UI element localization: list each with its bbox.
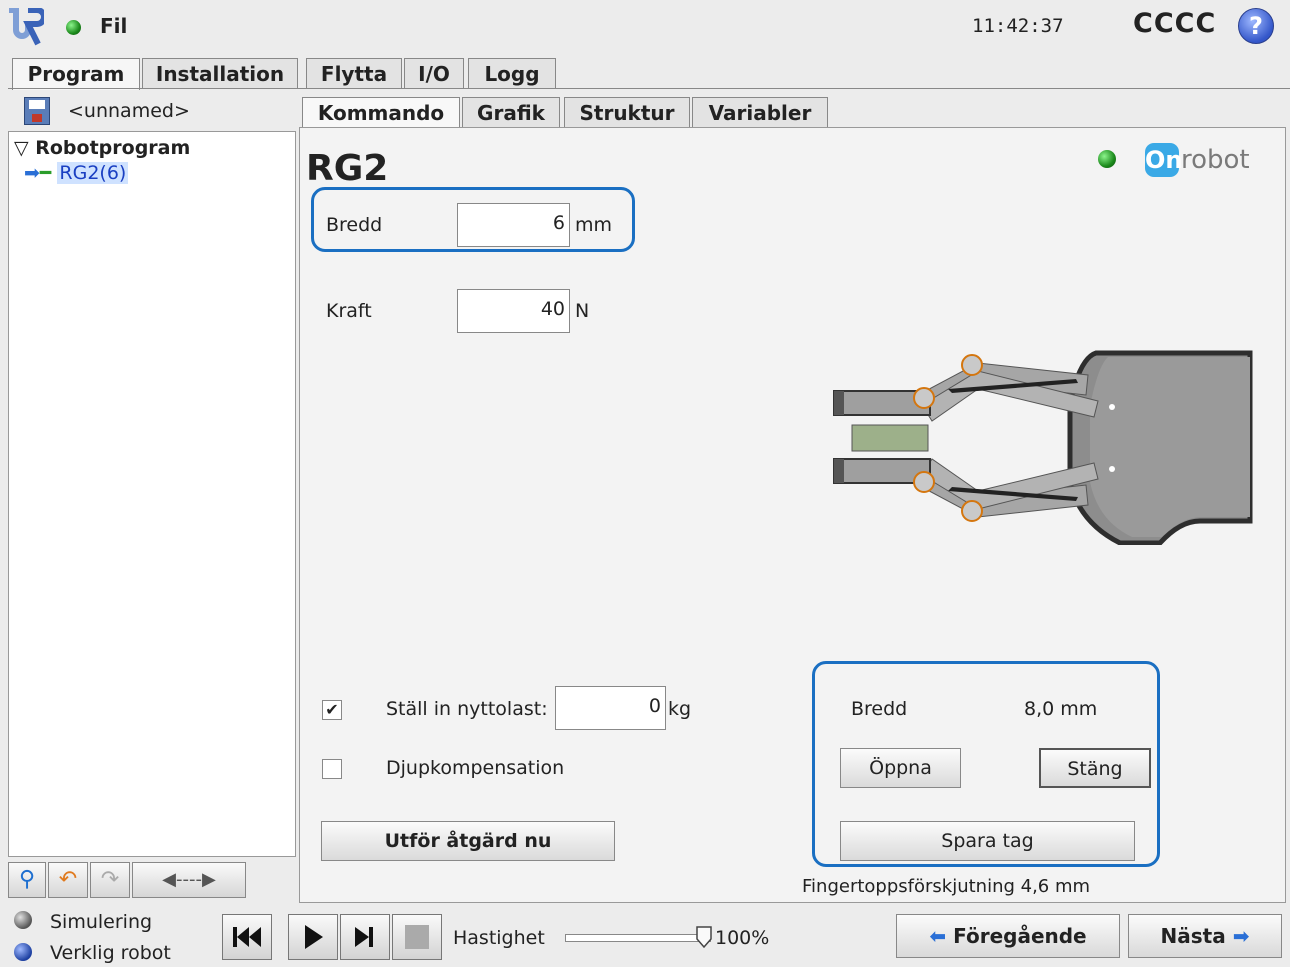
depth-compensation-checkbox[interactable] <box>322 759 342 779</box>
tab-logg[interactable]: Logg <box>468 58 556 88</box>
robot-name: CCCC <box>1133 8 1217 39</box>
program-tree[interactable] <box>8 131 296 857</box>
redo-icon[interactable]: ↷ <box>90 862 130 898</box>
top-bar <box>0 0 1290 54</box>
speed-slider-handle[interactable] <box>696 926 712 949</box>
payload-unit: kg <box>668 698 692 720</box>
play-button[interactable] <box>288 914 338 960</box>
width-input[interactable]: 6 <box>457 203 570 247</box>
save-grip-button[interactable]: Spara tag <box>840 821 1135 861</box>
undo-icon[interactable]: ↶ <box>48 862 88 898</box>
tab-divider <box>8 88 1290 89</box>
tab-installation[interactable]: Installation <box>142 58 298 88</box>
tree-node-label: RG2(6) <box>57 162 129 184</box>
save-icon[interactable] <box>24 97 50 125</box>
tree-nav-arrows-icon[interactable]: ◀----▶ <box>132 862 246 898</box>
tab-variabler[interactable]: Variabler <box>692 97 828 128</box>
rewind-icon <box>233 927 261 947</box>
gripper-status-led-icon <box>1098 150 1116 168</box>
step-forward-icon <box>355 927 373 947</box>
stop-icon <box>405 925 429 949</box>
onrobot-logo-box: On <box>1145 143 1183 177</box>
previous-button[interactable]: ⬅ Föregående <box>896 914 1120 958</box>
current-line-arrow-icon: ➡ <box>24 162 40 184</box>
status-led-icon <box>66 20 81 35</box>
play-icon <box>305 925 323 949</box>
node-dash-icon: ━ <box>39 162 52 184</box>
tab-io[interactable]: I/O <box>404 58 464 88</box>
arrow-left-icon: ⬅ <box>929 924 947 948</box>
previous-label: Föregående <box>953 924 1087 948</box>
payload-input[interactable]: 0 <box>555 686 666 730</box>
tree-node-rg2[interactable]: ➡━ RG2(6) <box>24 162 129 184</box>
force-input[interactable]: 40 <box>457 289 570 333</box>
onrobot-logo-word: robot <box>1181 145 1250 175</box>
tree-root-label: Robotprogram <box>35 137 191 159</box>
program-file-name: <unnamed> <box>68 100 190 122</box>
width-unit: mm <box>575 214 613 236</box>
expand-triangle-icon[interactable]: ▽ <box>14 137 29 159</box>
help-icon[interactable]: ? <box>1238 8 1274 44</box>
tab-program[interactable]: Program <box>12 58 140 90</box>
close-button[interactable]: Stäng <box>1039 748 1151 788</box>
tree-root[interactable]: ▽ Robotprogram <box>14 137 190 159</box>
current-width-label: Bredd <box>851 698 908 720</box>
arrow-right-icon: ➡ <box>1232 924 1250 948</box>
force-label: Kraft <box>326 300 372 322</box>
next-button[interactable]: Nästa ➡ <box>1128 914 1282 958</box>
real-robot-label: Verklig robot <box>50 942 171 964</box>
stop-button[interactable] <box>392 914 442 960</box>
force-unit: N <box>575 300 590 322</box>
execute-now-button[interactable]: Utför åtgärd nu <box>321 821 615 861</box>
tab-kommando[interactable]: Kommando <box>302 97 460 128</box>
current-width-value: 8,0 mm <box>1024 698 1098 720</box>
search-icon[interactable]: ⚲ <box>8 862 46 898</box>
depth-compensation-label: Djupkompensation <box>386 757 565 779</box>
next-label: Nästa <box>1160 924 1226 948</box>
gripper-illustration <box>833 350 1253 545</box>
width-label: Bredd <box>326 214 383 236</box>
rewind-button[interactable] <box>222 914 272 960</box>
ur-logo-icon <box>9 8 44 46</box>
fingertip-offset: Fingertoppsförskjutning 4,6 mm <box>802 876 1091 897</box>
clock: 11:42:37 <box>972 15 1064 37</box>
speed-label: Hastighet <box>453 927 545 949</box>
onrobot-logo: Onrobot <box>1145 143 1250 177</box>
tab-flytta[interactable]: Flytta <box>306 58 402 88</box>
speed-slider-track[interactable] <box>565 934 711 942</box>
real-robot-radio[interactable] <box>14 943 32 961</box>
open-button[interactable]: Öppna <box>840 748 961 788</box>
page-title: RG2 <box>306 148 389 189</box>
payload-label: Ställ in nyttolast: <box>386 698 548 720</box>
file-menu[interactable]: Fil <box>100 14 127 38</box>
tab-grafik[interactable]: Grafik <box>462 97 560 128</box>
payload-checkbox[interactable]: ✔ <box>322 700 342 720</box>
tab-struktur[interactable]: Struktur <box>564 97 690 128</box>
simulation-radio[interactable] <box>14 911 32 929</box>
speed-value: 100% <box>715 927 770 949</box>
step-button[interactable] <box>340 914 390 960</box>
simulation-label: Simulering <box>50 911 153 933</box>
